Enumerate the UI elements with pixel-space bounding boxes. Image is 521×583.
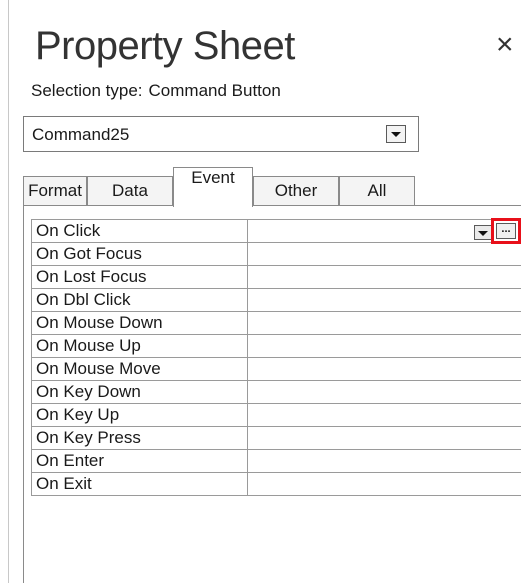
object-selector-value: Command25 <box>32 125 130 144</box>
builder-button-highlight[interactable]: ... <box>491 218 521 244</box>
object-selector-dropdown[interactable]: Command25 <box>23 116 419 152</box>
property-name: On Mouse Up <box>31 334 248 358</box>
property-name: On Enter <box>31 449 248 473</box>
property-name: On Mouse Move <box>31 357 248 381</box>
property-name: On Exit <box>31 472 248 496</box>
property-value[interactable] <box>247 265 521 289</box>
property-name: On Key Press <box>31 426 248 450</box>
property-value[interactable] <box>247 311 521 335</box>
tab-label: Other <box>274 181 318 200</box>
property-name: On Got Focus <box>31 242 248 266</box>
property-value[interactable] <box>247 219 521 243</box>
tab-format[interactable]: Format <box>23 176 87 206</box>
property-name: On Click <box>31 219 248 243</box>
tab-label: All <box>367 181 387 200</box>
property-dropdown-button[interactable] <box>474 225 492 240</box>
property-value[interactable] <box>247 357 521 381</box>
tab-all[interactable]: All <box>339 176 415 206</box>
property-value[interactable] <box>247 242 521 266</box>
panel-title: Property Sheet <box>35 24 295 68</box>
property-row[interactable]: On Mouse Down <box>31 311 521 335</box>
property-value[interactable] <box>247 426 521 450</box>
property-value[interactable] <box>247 472 521 496</box>
property-row[interactable]: On Click <box>31 219 521 243</box>
property-row[interactable]: On Key Press <box>31 426 521 450</box>
property-value[interactable] <box>247 403 521 427</box>
property-name: On Mouse Down <box>31 311 248 335</box>
property-grid: On Click On Got Focus On Lost Focus On D… <box>31 219 521 496</box>
selection-type: Selection type: Command Button <box>31 80 281 102</box>
dropdown-arrow-button[interactable] <box>386 125 406 143</box>
selection-type-label: Selection type: <box>31 81 143 100</box>
selection-type-value: Command Button <box>148 81 281 100</box>
property-row[interactable]: On Enter <box>31 449 521 473</box>
property-row[interactable]: On Exit <box>31 472 521 496</box>
property-row[interactable]: On Key Down <box>31 380 521 404</box>
property-name: On Key Down <box>31 380 248 404</box>
property-value[interactable] <box>247 288 521 312</box>
tab-other[interactable]: Other <box>253 176 339 206</box>
property-value[interactable] <box>247 334 521 358</box>
property-row[interactable]: On Key Up <box>31 403 521 427</box>
tab-data[interactable]: Data <box>87 176 173 206</box>
close-icon[interactable]: × <box>496 28 514 62</box>
property-name: On Lost Focus <box>31 265 248 289</box>
tab-label: Format <box>28 181 82 200</box>
property-row[interactable]: On Dbl Click <box>31 288 521 312</box>
property-name: On Key Up <box>31 403 248 427</box>
chevron-down-icon <box>478 231 488 236</box>
chevron-down-icon <box>391 132 401 137</box>
tab-event[interactable]: Event <box>173 167 253 207</box>
property-row[interactable]: On Got Focus <box>31 242 521 266</box>
property-value[interactable] <box>247 449 521 473</box>
property-row[interactable]: On Mouse Up <box>31 334 521 358</box>
tab-label: Data <box>112 181 148 200</box>
property-row[interactable]: On Lost Focus <box>31 265 521 289</box>
property-value[interactable] <box>247 380 521 404</box>
tab-label: Event <box>191 168 235 187</box>
property-row[interactable]: On Mouse Move <box>31 357 521 381</box>
property-name: On Dbl Click <box>31 288 248 312</box>
ellipsis-icon[interactable]: ... <box>496 223 516 239</box>
